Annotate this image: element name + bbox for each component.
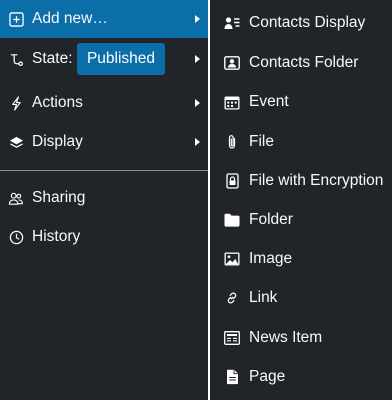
newspaper-icon — [224, 330, 240, 346]
display-label: Display — [32, 133, 83, 150]
submenu-item-label: Contacts Display — [249, 14, 366, 31]
contacts-display-icon — [224, 15, 240, 31]
people-icon — [8, 190, 24, 206]
submenu-item-label: Link — [249, 289, 278, 306]
lightning-icon — [8, 95, 24, 111]
display-menu-item[interactable]: Display — [0, 123, 208, 161]
submenu-item-link[interactable]: Link — [210, 280, 392, 316]
submenu-item-label: Event — [249, 93, 289, 110]
history-menu-item[interactable]: History — [0, 218, 208, 256]
layers-icon — [8, 134, 24, 150]
workflow-icon — [8, 51, 24, 67]
submenu-item-contacts-display[interactable]: Contacts Display — [210, 5, 392, 41]
chevron-right-icon — [195, 15, 200, 23]
chevron-right-icon — [195, 138, 200, 146]
add-new-menu-item[interactable]: Add new… — [0, 0, 208, 38]
actions-menu-item[interactable]: Actions — [0, 84, 208, 122]
folder-icon — [224, 212, 240, 228]
sharing-label: Sharing — [32, 189, 86, 206]
history-label: History — [32, 228, 81, 245]
actions-label: Actions — [32, 94, 83, 111]
submenu-item-folder[interactable]: Folder — [210, 202, 392, 238]
clock-icon — [8, 229, 24, 245]
paperclip-icon — [224, 134, 240, 150]
add-new-submenu: Contacts Display Contacts Folder Event F… — [210, 0, 392, 400]
sharing-menu-item[interactable]: Sharing — [0, 179, 208, 217]
chevron-right-icon — [195, 99, 200, 107]
add-new-label: Add new… — [32, 10, 108, 27]
calendar-event-icon — [224, 94, 240, 110]
page-icon — [224, 369, 240, 385]
submenu-item-label: Contacts Folder — [249, 54, 359, 71]
chevron-right-icon — [195, 55, 200, 63]
link-icon — [224, 290, 240, 306]
submenu-item-file[interactable]: File — [210, 124, 392, 160]
submenu-item-label: File — [249, 133, 274, 150]
submenu-item-event[interactable]: Event — [210, 84, 392, 120]
submenu-item-label: Image — [249, 250, 293, 267]
submenu-item-label: Page — [249, 368, 286, 385]
image-icon — [224, 251, 240, 267]
submenu-item-page[interactable]: Page — [210, 359, 392, 395]
lock-file-icon — [224, 173, 240, 189]
submenu-item-label: File with Encryption — [249, 172, 384, 189]
plus-square-icon — [8, 11, 24, 27]
menu-divider — [0, 170, 208, 171]
state-label: State: — [32, 50, 73, 67]
contacts-folder-icon — [224, 55, 240, 71]
submenu-item-label: News Item — [249, 329, 323, 346]
submenu-item-image[interactable]: Image — [210, 241, 392, 277]
submenu-item-label: Folder — [249, 211, 293, 228]
submenu-item-contacts-folder[interactable]: Contacts Folder — [210, 45, 392, 81]
toolbar-menu: Add new… State: Published Actions Displa… — [0, 0, 208, 400]
submenu-item-file-with-encryption[interactable]: File with Encryption — [210, 163, 392, 199]
submenu-item-news-item[interactable]: News Item — [210, 320, 392, 356]
state-badge[interactable]: Published — [77, 43, 165, 75]
